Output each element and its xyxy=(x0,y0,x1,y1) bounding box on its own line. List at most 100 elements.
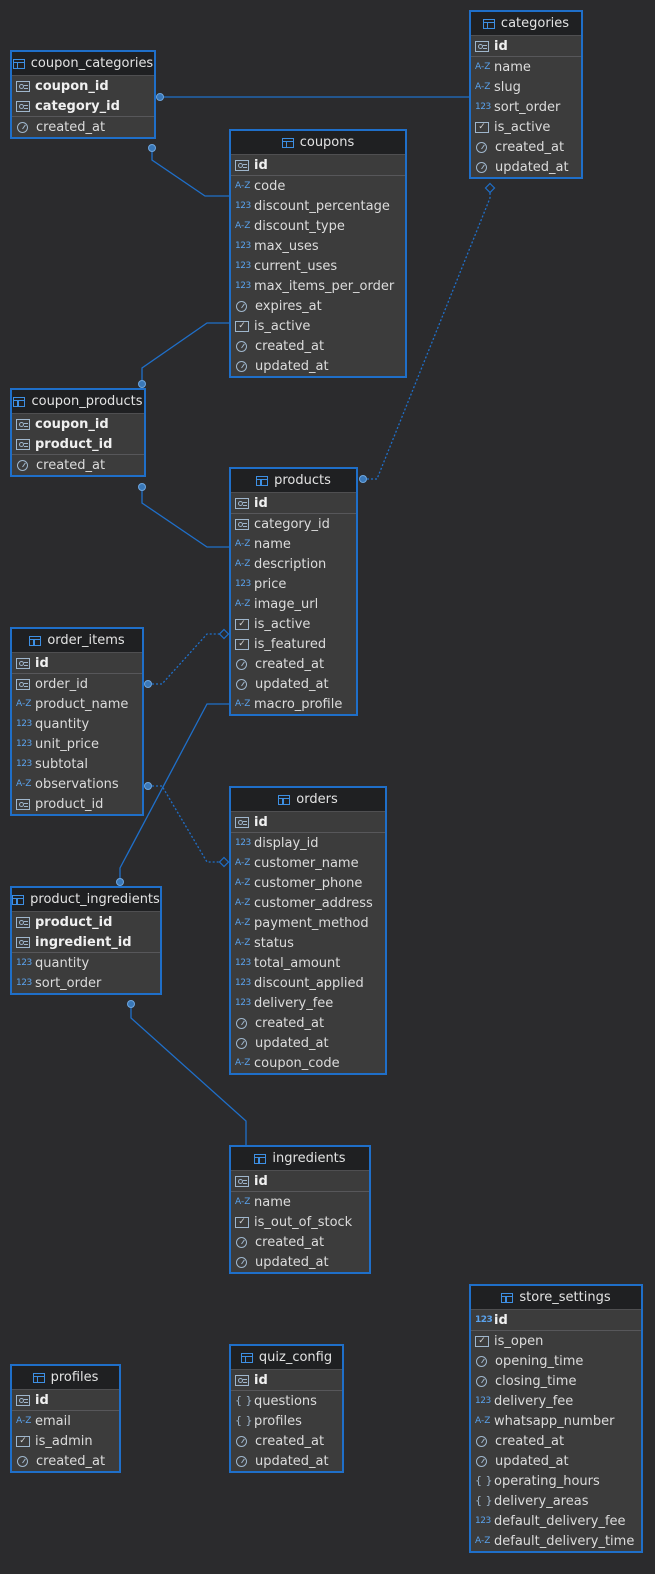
column-row[interactable]: product_id xyxy=(12,434,144,454)
table-header[interactable]: products xyxy=(231,469,356,493)
table-order-items[interactable]: order_items id order_id A-Z product_name 123 q… xyxy=(10,627,144,816)
column-row[interactable]: category_id xyxy=(12,96,154,116)
column-row[interactable]: ✓ is_featured xyxy=(231,634,356,654)
column-row[interactable]: updated_at xyxy=(231,674,356,694)
column-row[interactable]: 123 id xyxy=(471,1310,641,1330)
column-row[interactable]: coupon_id xyxy=(12,76,154,96)
column-row[interactable]: { } operating_hours xyxy=(471,1471,641,1491)
column-row[interactable]: ✓ is_out_of_stock xyxy=(231,1212,369,1232)
table-header[interactable]: orders xyxy=(231,788,385,812)
column-row[interactable]: created_at xyxy=(12,455,144,475)
column-row[interactable]: A-Z product_name xyxy=(12,694,142,714)
column-row[interactable]: 123 display_id xyxy=(231,833,385,853)
column-row[interactable]: A-Z coupon_code xyxy=(231,1053,385,1073)
table-categories[interactable]: categories id A-Z name A-Z slug 123 sort_order ✓… xyxy=(469,10,583,179)
column-row[interactable]: A-Z image_url xyxy=(231,594,356,614)
table-header[interactable]: coupon_categories xyxy=(12,52,154,76)
column-row[interactable]: created_at xyxy=(12,117,154,137)
column-row[interactable]: id xyxy=(231,812,385,832)
column-row[interactable]: A-Z macro_profile xyxy=(231,694,356,714)
column-row[interactable]: updated_at xyxy=(231,1252,369,1272)
column-row[interactable]: 123 sort_order xyxy=(471,97,581,117)
column-row[interactable]: 123 current_uses xyxy=(231,256,405,276)
column-row[interactable]: A-Z slug xyxy=(471,77,581,97)
column-row[interactable]: 123 default_delivery_fee xyxy=(471,1511,641,1531)
column-row[interactable]: order_id xyxy=(12,674,142,694)
column-row[interactable]: id xyxy=(231,1370,342,1390)
column-row[interactable]: id xyxy=(12,653,142,673)
column-row[interactable]: A-Z observations xyxy=(12,774,142,794)
table-store-settings[interactable]: store_settings 123 id ✓ is_open opening_time c… xyxy=(469,1284,643,1553)
column-row[interactable]: 123 delivery_fee xyxy=(231,993,385,1013)
table-header[interactable]: order_items xyxy=(12,629,142,653)
column-row[interactable]: id xyxy=(231,493,356,513)
column-row[interactable]: A-Z email xyxy=(12,1411,119,1431)
table-coupon-products[interactable]: coupon_products coupon_id product_id create… xyxy=(10,388,146,477)
column-row[interactable]: 123 quantity xyxy=(12,714,142,734)
table-orders[interactable]: orders id 123 display_id A-Z customer_name A-Z… xyxy=(229,786,387,1075)
column-row[interactable]: A-Z default_delivery_time xyxy=(471,1531,641,1551)
column-row[interactable]: { } profiles xyxy=(231,1411,342,1431)
column-row[interactable]: 123 quantity xyxy=(12,953,160,973)
column-row[interactable]: 123 total_amount xyxy=(231,953,385,973)
column-row[interactable]: id xyxy=(12,1390,119,1410)
column-row[interactable]: { } questions xyxy=(231,1391,342,1411)
column-row[interactable]: expires_at xyxy=(231,296,405,316)
column-row[interactable]: created_at xyxy=(231,654,356,674)
column-row[interactable]: 123 price xyxy=(231,574,356,594)
column-row[interactable]: { } delivery_areas xyxy=(471,1491,641,1511)
column-row[interactable]: coupon_id xyxy=(12,414,144,434)
column-row[interactable]: 123 delivery_fee xyxy=(471,1391,641,1411)
column-row[interactable]: A-Z name xyxy=(471,57,581,77)
column-row[interactable]: 123 sort_order xyxy=(12,973,160,993)
column-row[interactable]: created_at xyxy=(231,1013,385,1033)
column-row[interactable]: ✓ is_active xyxy=(231,316,405,336)
table-coupon-categories[interactable]: coupon_categories coupon_id category_id cre… xyxy=(10,50,156,139)
table-header[interactable]: quiz_config xyxy=(231,1346,342,1370)
column-row[interactable]: id xyxy=(231,155,405,175)
column-row[interactable]: A-Z code xyxy=(231,176,405,196)
column-row[interactable]: created_at xyxy=(231,336,405,356)
table-header[interactable]: ingredients xyxy=(231,1147,369,1171)
column-row[interactable]: A-Z name xyxy=(231,534,356,554)
column-row[interactable]: id xyxy=(231,1171,369,1191)
table-profiles[interactable]: profiles id A-Z email ✓ is_admin created_at xyxy=(10,1364,121,1473)
table-header[interactable]: categories xyxy=(471,12,581,36)
column-row[interactable]: updated_at xyxy=(471,1451,641,1471)
column-row[interactable]: A-Z description xyxy=(231,554,356,574)
column-row[interactable]: created_at xyxy=(471,137,581,157)
column-row[interactable]: product_id xyxy=(12,912,160,932)
column-row[interactable]: A-Z payment_method xyxy=(231,913,385,933)
column-row[interactable]: ✓ is_active xyxy=(231,614,356,634)
column-row[interactable]: 123 unit_price xyxy=(12,734,142,754)
column-row[interactable]: ✓ is_active xyxy=(471,117,581,137)
column-row[interactable]: updated_at xyxy=(471,157,581,177)
column-row[interactable]: category_id xyxy=(231,514,356,534)
column-row[interactable]: A-Z discount_type xyxy=(231,216,405,236)
column-row[interactable]: created_at xyxy=(231,1431,342,1451)
column-row[interactable]: created_at xyxy=(12,1451,119,1471)
column-row[interactable]: created_at xyxy=(231,1232,369,1252)
column-row[interactable]: A-Z name xyxy=(231,1192,369,1212)
table-product-ingredients[interactable]: product_ingredients product_id ingredient_… xyxy=(10,886,162,995)
table-header[interactable]: coupon_products xyxy=(12,390,144,414)
column-row[interactable]: 123 subtotal xyxy=(12,754,142,774)
column-row[interactable]: closing_time xyxy=(471,1371,641,1391)
column-row[interactable]: 123 max_items_per_order xyxy=(231,276,405,296)
table-header[interactable]: store_settings xyxy=(471,1286,641,1310)
table-header[interactable]: coupons xyxy=(231,131,405,155)
table-products[interactable]: products id category_id A-Z name A-Z descripti… xyxy=(229,467,358,716)
column-row[interactable]: 123 discount_percentage xyxy=(231,196,405,216)
table-quiz-config[interactable]: quiz_config id{ } questions{ } profiles crea… xyxy=(229,1344,344,1473)
column-row[interactable]: updated_at xyxy=(231,1033,385,1053)
table-header[interactable]: product_ingredients xyxy=(12,888,160,912)
column-row[interactable]: A-Z customer_address xyxy=(231,893,385,913)
column-row[interactable]: ingredient_id xyxy=(12,932,160,952)
column-row[interactable]: ✓ is_open xyxy=(471,1331,641,1351)
table-coupons[interactable]: coupons id A-Z code 123 discount_percentage A-… xyxy=(229,129,407,378)
column-row[interactable]: ✓ is_admin xyxy=(12,1431,119,1451)
column-row[interactable]: updated_at xyxy=(231,356,405,376)
column-row[interactable]: A-Z status xyxy=(231,933,385,953)
column-row[interactable]: 123 max_uses xyxy=(231,236,405,256)
column-row[interactable]: product_id xyxy=(12,794,142,814)
